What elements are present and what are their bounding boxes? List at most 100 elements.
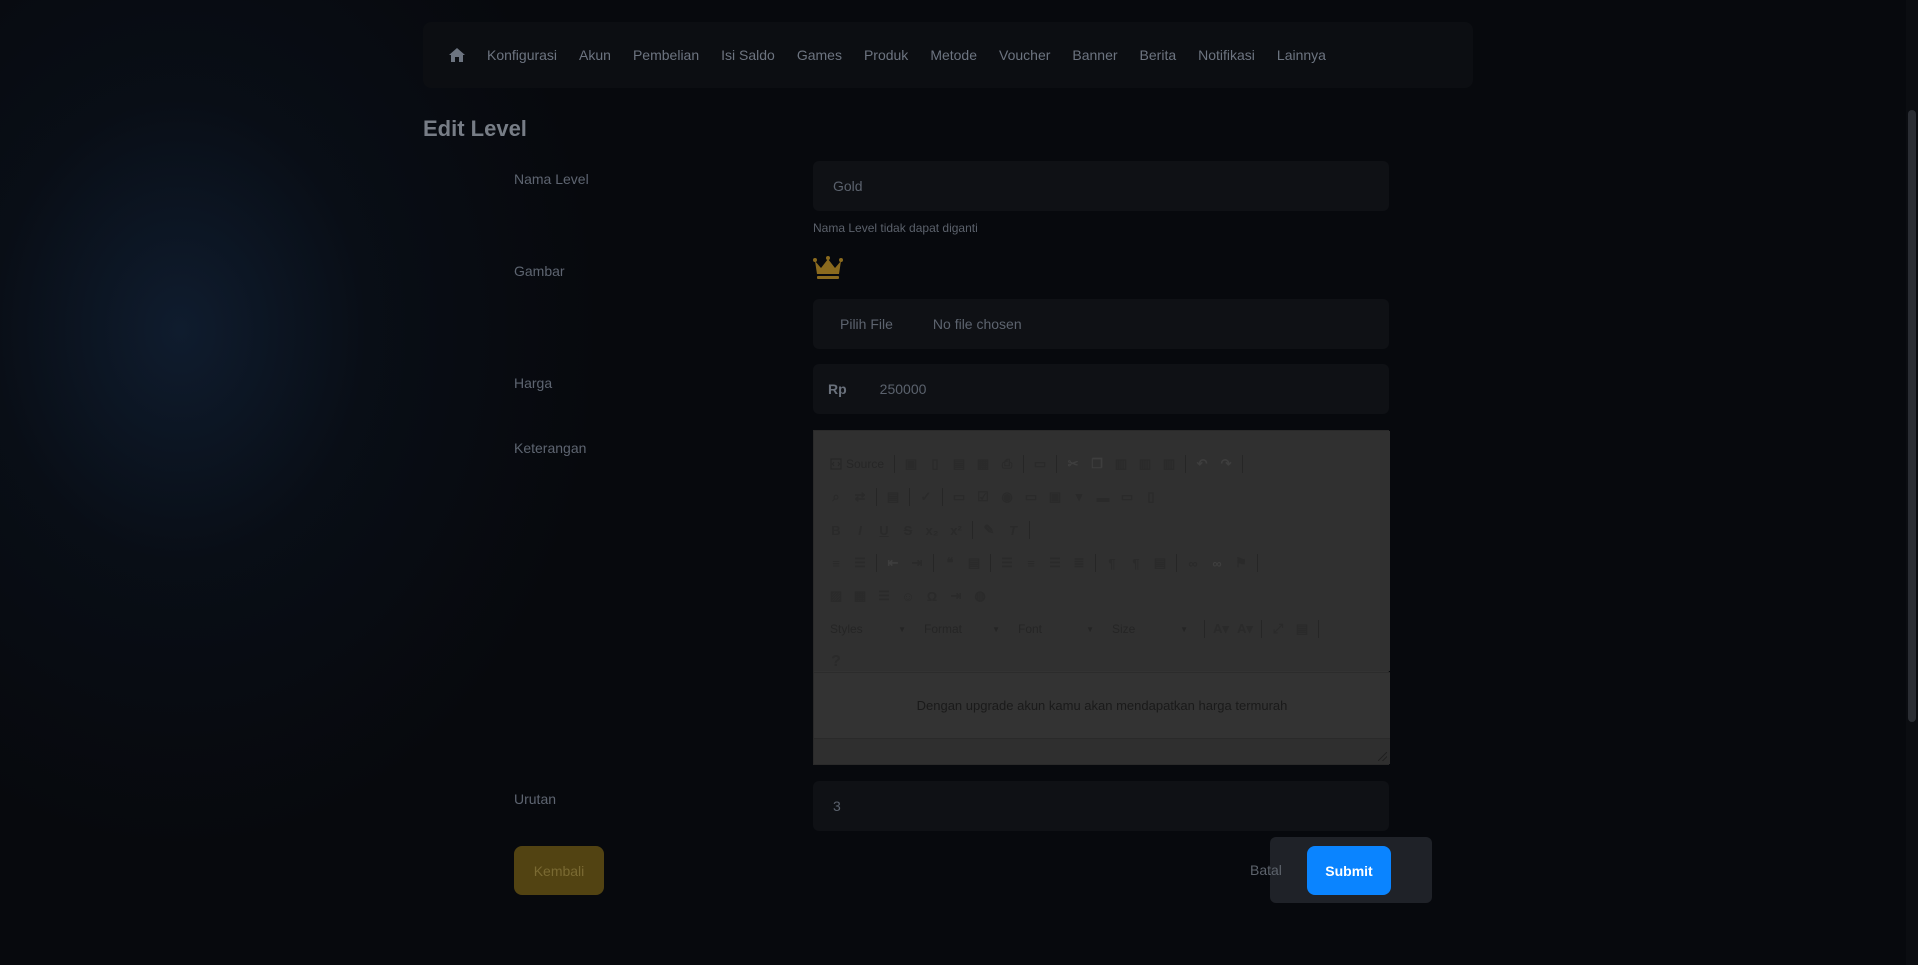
table-icon[interactable]: ▦ [848,584,872,608]
align-left-icon[interactable]: ☰ [995,551,1019,575]
scrollbar-track[interactable] [1906,0,1918,965]
superscript-icon[interactable]: x² [944,518,968,542]
textarea-icon[interactable]: ▣ [1043,485,1067,509]
new-page-icon[interactable]: ▯ [923,452,947,476]
paste-word-icon[interactable]: ▥ [1157,452,1181,476]
export-pdf-icon[interactable]: ▤ [947,452,971,476]
home-icon[interactable] [449,47,467,63]
hidden-field-icon[interactable]: ▯ [1139,485,1163,509]
underline-icon[interactable]: U [872,518,896,542]
submit-button[interactable]: Submit [1307,846,1391,895]
strikethrough-icon[interactable]: S [896,518,920,542]
nav-item-voucher[interactable]: Voucher [999,47,1050,63]
nav-item-banner[interactable]: Banner [1072,47,1117,63]
special-char-icon[interactable]: Ω [920,584,944,608]
undo-icon[interactable]: ↶ [1190,452,1214,476]
language-icon[interactable]: ▤ [1148,551,1172,575]
copy-icon[interactable]: ❐ [1085,452,1109,476]
smiley-icon[interactable]: ☺ [896,584,920,608]
ltr-icon[interactable]: ¶ [1100,551,1124,575]
image-button-icon[interactable]: ▭ [1115,485,1139,509]
indent-icon[interactable]: ⇥ [905,551,929,575]
italic-icon[interactable]: I [848,518,872,542]
replace-icon[interactable]: ⇄ [848,485,872,509]
nav-item-games[interactable]: Games [797,47,842,63]
horizontal-line-icon[interactable]: ☰ [872,584,896,608]
urutan-value: 3 [833,798,841,814]
find-icon[interactable]: ⌕ [824,485,848,509]
harga-input[interactable]: Rp 250000 [813,364,1389,414]
spellcheck-icon[interactable]: ✓ [914,485,938,509]
font-dropdown[interactable]: Font ▼ [1012,618,1100,640]
rtl-icon[interactable]: ¶ [1124,551,1148,575]
background-color-icon[interactable]: A▾ [1233,617,1257,641]
text-field-icon[interactable]: ▭ [1019,485,1043,509]
format-dropdown[interactable]: Format ▼ [918,618,1006,640]
justify-icon[interactable]: ≣ [1067,551,1091,575]
toolbar-separator [933,554,934,572]
format-label: Format [924,622,963,636]
harga-value: 250000 [879,381,927,397]
nav-item-metode[interactable]: Metode [930,47,977,63]
button-field-icon[interactable]: ▬ [1091,485,1115,509]
print-icon[interactable]: ⎙ [995,452,1019,476]
styles-dropdown[interactable]: Styles ▼ [824,618,912,640]
cancel-button[interactable]: Batal [1250,862,1282,878]
source-button[interactable]: Source [824,452,890,476]
nama-level-value: Gold [833,178,863,194]
gambar-file-input[interactable]: Pilih File No file chosen [813,299,1389,349]
nav-item-pembelian[interactable]: Pembelian [633,47,699,63]
cut-icon[interactable]: ✂ [1061,452,1085,476]
form-icon[interactable]: ▭ [947,485,971,509]
nav-item-konfigurasi[interactable]: Konfigurasi [487,47,557,63]
bold-icon[interactable]: B [824,518,848,542]
link-icon[interactable]: ∞ [1181,551,1205,575]
iframe-icon[interactable]: ◍ [968,584,992,608]
anchor-icon[interactable]: ⚑ [1229,551,1253,575]
paste-icon[interactable]: ▥ [1109,452,1133,476]
editor-content-area[interactable]: Dengan upgrade akun kamu akan mendapatka… [814,672,1390,738]
outdent-icon[interactable]: ⇤ [881,551,905,575]
copy-format-icon[interactable]: ✎ [977,518,1001,542]
back-button[interactable]: Kembali [514,846,604,895]
align-center-icon[interactable]: ≡ [1019,551,1043,575]
unlink-icon[interactable]: ∞ [1205,551,1229,575]
show-blocks-icon[interactable]: ▤ [1290,617,1314,641]
align-right-icon[interactable]: ☰ [1043,551,1067,575]
nav-item-lainnya[interactable]: Lainnya [1277,47,1326,63]
gambar-label: Gambar [514,263,565,279]
urutan-input[interactable]: 3 [813,781,1389,831]
div-container-icon[interactable]: ▤ [962,551,986,575]
radio-icon[interactable]: ◉ [995,485,1019,509]
nav-item-isi-saldo[interactable]: Isi Saldo [721,47,775,63]
nama-level-input[interactable]: Gold [813,161,1389,211]
editor-footer [814,738,1390,764]
templates-icon[interactable]: ▭ [1028,452,1052,476]
nav-item-produk[interactable]: Produk [864,47,908,63]
image-icon[interactable]: ▨ [824,584,848,608]
text-color-icon[interactable]: A▾ [1209,617,1233,641]
nav-item-notifikasi[interactable]: Notifikasi [1198,47,1255,63]
help-icon[interactable]: ? [824,650,848,674]
bulleted-list-icon[interactable]: ☰ [848,551,872,575]
preview-icon[interactable]: ▦ [971,452,995,476]
choose-file-button[interactable]: Pilih File [840,316,893,332]
page-break-icon[interactable]: ⇥ [944,584,968,608]
resize-handle-icon[interactable] [1378,752,1387,761]
save-icon[interactable]: ▣ [899,452,923,476]
nav-item-berita[interactable]: Berita [1140,47,1177,63]
paste-text-icon[interactable]: ▥ [1133,452,1157,476]
redo-icon[interactable]: ↷ [1214,452,1238,476]
remove-format-icon[interactable]: T [1001,518,1025,542]
blockquote-icon[interactable]: ❝ [938,551,962,575]
checkbox-icon[interactable]: ☑ [971,485,995,509]
nav-item-akun[interactable]: Akun [579,47,611,63]
select-field-icon[interactable]: ▾ [1067,485,1091,509]
maximize-icon[interactable]: ⤢ [1266,617,1290,641]
subscript-icon[interactable]: x₂ [920,518,944,542]
size-dropdown[interactable]: Size ▼ [1106,618,1194,640]
select-all-icon[interactable]: ▤ [881,485,905,509]
scrollbar-thumb[interactable] [1908,110,1916,722]
numbered-list-icon[interactable]: ≡ [824,551,848,575]
rich-text-editor: Source ▣ ▯ ▤ ▦ ⎙ ▭ ✂ ❐ ▥ ▥ ▥ ↶ ↷ ⌕ ⇄ ▤ ✓… [813,430,1390,765]
